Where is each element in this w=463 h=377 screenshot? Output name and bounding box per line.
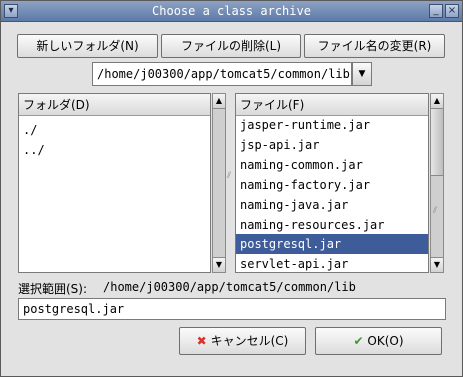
scroll-thumb[interactable] — [431, 108, 443, 176]
file-item[interactable]: jasper-runtime.jar — [236, 115, 428, 135]
minimize-icon[interactable]: _ — [429, 4, 443, 18]
selection-path: /home/j00300/app/tomcat5/common/lib — [103, 280, 356, 294]
title-bar[interactable]: ▾ Choose a class archive _ × — [1, 1, 462, 22]
file-chooser-dialog: ▾ Choose a class archive _ × 新しいフォルダ(N) … — [0, 0, 463, 377]
file-list-header[interactable]: ファイル(F) — [236, 94, 428, 116]
folder-list-header[interactable]: フォルダ(D) — [19, 94, 210, 116]
delete-file-button[interactable]: ファイルの削除(L) — [161, 34, 301, 58]
folder-item[interactable]: ./ — [19, 120, 210, 140]
rename-file-button[interactable]: ファイル名の変更(R) — [304, 34, 445, 58]
cancel-button[interactable]: ✖ キャンセル(C) — [179, 327, 306, 355]
filename-input[interactable]: postgresql.jar — [18, 298, 446, 320]
path-combo[interactable]: /home/j00300/app/tomcat5/common/lib ▼ — [92, 62, 373, 86]
file-item[interactable]: jsp-api.jar — [236, 135, 428, 155]
chevron-down-icon[interactable]: ▼ — [352, 62, 372, 86]
window-title: Choose a class archive — [152, 4, 311, 18]
file-scrollbar[interactable]: ▲ ⫽ ▼ — [430, 93, 444, 273]
cancel-button-label: キャンセル(C) — [210, 334, 289, 348]
folder-list[interactable]: フォルダ(D) ./ ../ — [18, 93, 211, 273]
scroll-down-icon[interactable]: ▼ — [213, 257, 225, 272]
file-list[interactable]: ファイル(F) jasper-runtime.jar jsp-api.jar n… — [235, 93, 429, 273]
scroll-up-icon[interactable]: ▲ — [213, 94, 225, 109]
file-item[interactable]: naming-common.jar — [236, 155, 428, 175]
path-combo-value[interactable]: /home/j00300/app/tomcat5/common/lib — [92, 62, 352, 86]
new-folder-button[interactable]: 新しいフォルダ(N) — [17, 34, 158, 58]
file-item[interactable]: naming-factory.jar — [236, 175, 428, 195]
file-item[interactable]: naming-resources.jar — [236, 215, 428, 235]
folder-scrollbar[interactable]: ▲ ▼ — [212, 93, 226, 273]
folder-item[interactable]: ../ — [19, 140, 210, 160]
pane-splitter-grip-icon[interactable]: ⫽ — [227, 171, 231, 181]
cancel-icon: ✖ — [196, 334, 207, 348]
scrollbar-grip-icon: ⫽ — [433, 206, 438, 216]
scroll-up-icon[interactable]: ▲ — [431, 94, 443, 109]
selection-label: 選択範囲(S): — [18, 282, 88, 296]
ok-button-label: OK(O) — [367, 334, 404, 348]
checkmark-icon: ✔ — [353, 334, 364, 348]
file-item-selected[interactable]: postgresql.jar — [236, 234, 428, 254]
close-icon[interactable]: × — [445, 4, 459, 18]
file-item[interactable]: servlet-api.jar — [236, 254, 428, 272]
file-item[interactable]: naming-java.jar — [236, 195, 428, 215]
scroll-down-icon[interactable]: ▼ — [431, 257, 443, 272]
ok-button[interactable]: ✔ OK(O) — [315, 327, 442, 355]
